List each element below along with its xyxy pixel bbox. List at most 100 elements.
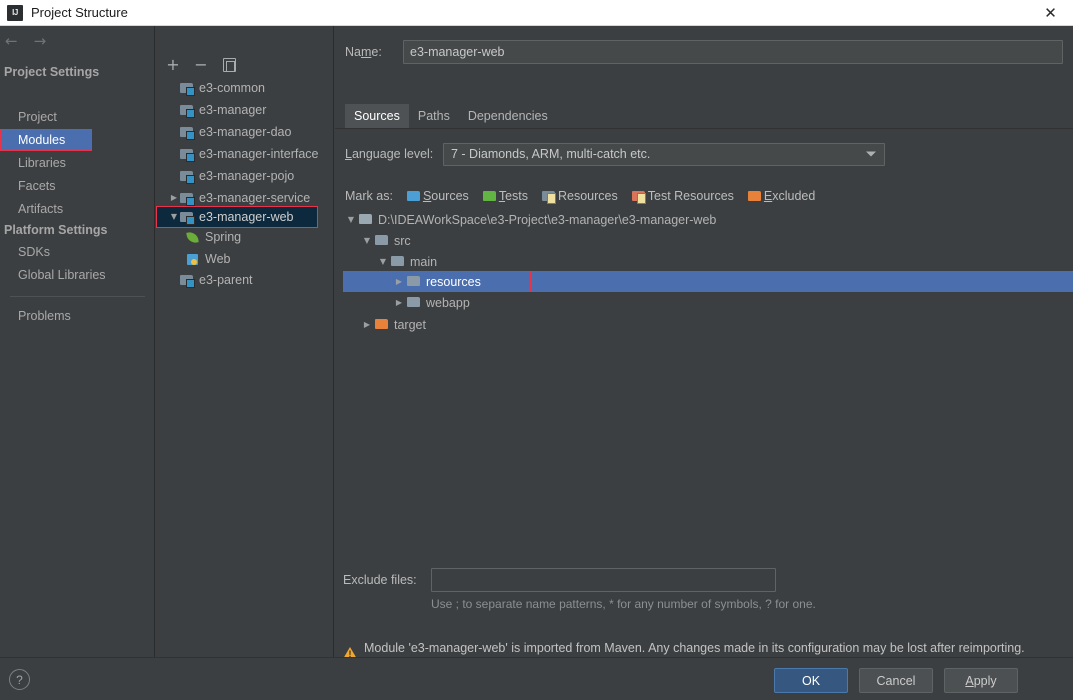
- sidebar-item-label: Libraries: [18, 156, 66, 170]
- name-label: Name:: [345, 45, 382, 59]
- maven-warning-text: Module 'e3-manager-web' is imported from…: [364, 641, 1025, 655]
- sidebar-item-label: Project: [18, 110, 57, 124]
- sidebar-group-project-settings: Project Settings: [4, 65, 100, 79]
- mark-as-label-excluded: Excluded: [763, 189, 816, 203]
- sidebar-item-problems[interactable]: Problems: [0, 305, 155, 327]
- mark-as-row: Mark as: Sources Tests Resources Test Re…: [345, 186, 829, 206]
- tree-row-target[interactable]: ▶ target: [343, 314, 1073, 335]
- modules-panel: + − e3-common e3-manager e3-manager-dao: [156, 26, 334, 657]
- web-icon: [186, 253, 200, 266]
- module-detail-panel: Name: e3-manager-web Sources Paths Depen…: [335, 26, 1073, 660]
- titlebar: Project Structure ✕: [0, 0, 1073, 26]
- tab-paths[interactable]: Paths: [409, 104, 459, 128]
- module-row[interactable]: e3-common: [156, 77, 334, 99]
- folder-icon: [391, 256, 405, 267]
- tab-sources[interactable]: Sources: [345, 104, 409, 128]
- language-level-value: 7 - Diamonds, ARM, multi-catch etc.: [451, 147, 651, 161]
- tree-twisty-icon[interactable]: ▼: [359, 236, 375, 245]
- module-row[interactable]: e3-manager-dao: [156, 121, 334, 143]
- language-level-label: Language level:: [345, 147, 434, 161]
- module-label: e3-common: [199, 81, 265, 95]
- module-label: e3-manager-pojo: [199, 169, 295, 183]
- mark-as-sources-button[interactable]: Sources: [406, 189, 469, 203]
- intellij-idea-icon: [7, 4, 23, 21]
- tree-row-src[interactable]: ▼ src: [343, 230, 1073, 251]
- tree-row-main[interactable]: ▼ main: [343, 251, 1073, 272]
- sidebar-item-modules[interactable]: Modules: [0, 129, 92, 151]
- window-title: Project Structure: [31, 5, 128, 20]
- folder-test-resources-icon: [631, 190, 646, 204]
- module-icon: [180, 148, 195, 162]
- module-row[interactable]: e3-manager: [156, 99, 334, 121]
- tree-row-label: target: [394, 317, 426, 332]
- module-label: e3-manager: [199, 103, 267, 117]
- help-button[interactable]: ?: [9, 669, 30, 690]
- resources-highlight-box: [391, 271, 531, 292]
- tab-dependencies[interactable]: Dependencies: [459, 104, 557, 128]
- close-icon[interactable]: ✕: [1028, 0, 1073, 25]
- sidebar-item-sdks[interactable]: SDKs: [0, 241, 155, 263]
- module-icon: [180, 274, 195, 288]
- exclude-files-input[interactable]: [431, 568, 776, 592]
- mark-as-test-resources-button[interactable]: Test Resources: [631, 189, 734, 204]
- module-row[interactable]: e3-manager-interface: [156, 143, 334, 165]
- sidebar-item-label: Modules: [18, 133, 66, 147]
- chevron-down-icon: [866, 151, 876, 157]
- tree-twisty-icon[interactable]: ▶: [168, 194, 180, 202]
- module-row-e3-manager-web[interactable]: ▼ e3-manager-web: [156, 206, 318, 228]
- folder-green-icon: [482, 190, 496, 202]
- tree-row-label: D:\IDEAWorkSpace\e3-Project\e3-manager\e…: [378, 212, 717, 227]
- cancel-button[interactable]: Cancel: [859, 668, 933, 693]
- forward-arrow-icon[interactable]: →: [34, 33, 47, 49]
- sidebar: ← → Project Settings Project Modules Lib…: [0, 26, 155, 657]
- tree-twisty-icon[interactable]: ▶: [391, 298, 407, 307]
- back-arrow-icon[interactable]: ←: [5, 33, 18, 49]
- tree-row-label: main: [410, 254, 438, 269]
- tree-twisty-icon[interactable]: ▼: [343, 215, 359, 224]
- folder-blue-icon: [406, 190, 420, 202]
- sidebar-item-libraries[interactable]: Libraries: [0, 152, 155, 174]
- module-icon: [180, 104, 195, 118]
- tree-twisty-icon[interactable]: ▼: [375, 257, 391, 266]
- module-row[interactable]: e3-parent: [156, 269, 334, 291]
- module-row-web[interactable]: Web: [156, 248, 334, 270]
- apply-button[interactable]: Apply: [944, 668, 1018, 693]
- mark-as-excluded-button[interactable]: Excluded: [747, 189, 816, 203]
- sidebar-item-label: Problems: [18, 309, 71, 323]
- module-label: e3-manager-service: [199, 191, 311, 205]
- module-label: Spring: [205, 230, 242, 244]
- nav-arrows: ← →: [0, 29, 155, 53]
- copy-module-button[interactable]: [221, 57, 237, 73]
- spring-icon: [186, 231, 200, 244]
- module-label: e3-manager-dao: [199, 125, 292, 139]
- sidebar-item-facets[interactable]: Facets: [0, 175, 155, 197]
- folder-orange-icon: [747, 190, 761, 202]
- mark-as-resources-button[interactable]: Resources: [542, 189, 618, 204]
- mark-as-label-sources: Sources: [422, 189, 469, 203]
- folder-icon: [359, 214, 373, 225]
- tree-row-label: webapp: [426, 295, 470, 310]
- mark-as-tests-button[interactable]: Tests: [482, 189, 528, 203]
- add-module-button[interactable]: +: [165, 57, 181, 73]
- tree-twisty-icon[interactable]: ▼: [168, 213, 180, 221]
- module-name-input[interactable]: e3-manager-web: [403, 40, 1063, 64]
- module-label: e3-parent: [199, 273, 253, 287]
- tree-row-content-root[interactable]: ▼ D:\IDEAWorkSpace\e3-Project\e3-manager…: [343, 209, 1073, 230]
- module-label: e3-manager-interface: [199, 147, 319, 161]
- module-row[interactable]: e3-manager-pojo: [156, 165, 334, 187]
- tree-twisty-icon[interactable]: ▶: [359, 320, 375, 329]
- module-icon: [180, 211, 195, 225]
- module-icon: [180, 126, 195, 140]
- sidebar-item-project[interactable]: Project: [0, 106, 155, 128]
- tree-row-webapp[interactable]: ▶ webapp: [343, 292, 1073, 313]
- ok-button[interactable]: OK: [774, 668, 848, 693]
- modules-toolbar: + −: [156, 54, 334, 76]
- sidebar-item-global-libraries[interactable]: Global Libraries: [0, 264, 155, 286]
- language-level-select[interactable]: 7 - Diamonds, ARM, multi-catch etc.: [443, 142, 885, 166]
- module-row-spring[interactable]: Spring: [156, 226, 334, 248]
- remove-module-button[interactable]: −: [193, 57, 209, 73]
- module-icon: [180, 82, 195, 96]
- sidebar-item-artifacts[interactable]: Artifacts: [0, 198, 155, 220]
- dialog-body: ← → Project Settings Project Modules Lib…: [0, 26, 1073, 660]
- tree-row-label: src: [394, 233, 411, 248]
